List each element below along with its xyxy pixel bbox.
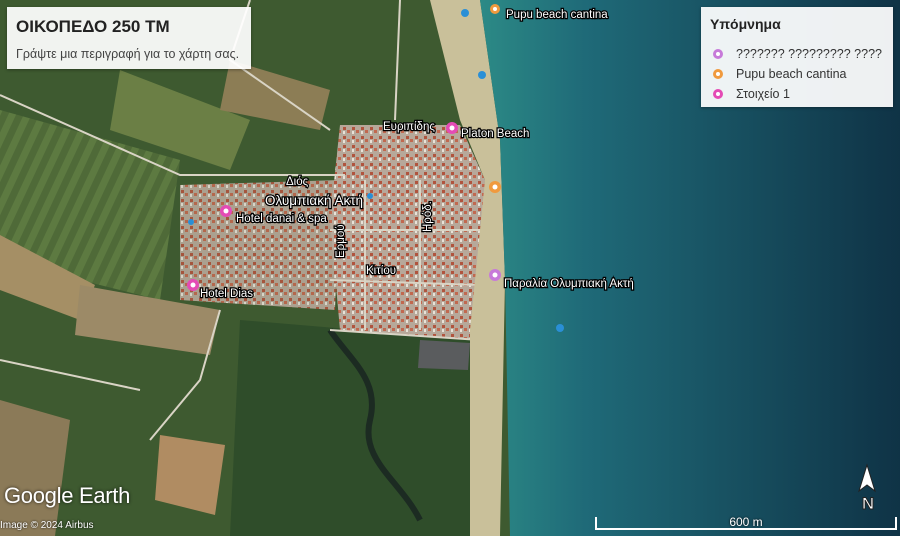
scale-label: 600 m xyxy=(729,515,763,529)
legend-item-label: Στοιχείο 1 xyxy=(736,87,790,101)
label-street-ermou: Ερμού xyxy=(335,224,347,258)
parking-lot xyxy=(418,340,470,370)
pin-platon-beach[interactable] xyxy=(446,122,458,134)
label-town[interactable]: Ολυμπιακή Ακτή xyxy=(264,192,365,210)
town-blocks xyxy=(330,125,485,340)
pin-purple-icon xyxy=(713,49,723,59)
legend-item-label: Pupu beach cantina xyxy=(736,67,847,81)
pin-orange-icon xyxy=(713,69,723,79)
legend-item[interactable]: ??????? ????????? ???? xyxy=(710,45,882,63)
pin-hotel-dias[interactable] xyxy=(187,279,199,291)
map-title-panel[interactable]: ΟΙΚΟΠΕΔΟ 250 ΤΜ Γράψτε μια περιγραφή για… xyxy=(7,7,251,69)
pin-pupu-top[interactable] xyxy=(490,4,500,14)
label-pupu-top[interactable]: Pupu beach cantina xyxy=(505,8,610,23)
label-street-irodotou: Ηρόδ. xyxy=(422,201,434,232)
legend-item[interactable]: Στοιχείο 1 xyxy=(710,85,790,103)
pin-hotel-danai[interactable] xyxy=(220,205,232,217)
label-platon-beach[interactable]: Platon Beach xyxy=(460,127,531,142)
label-hotel-danai[interactable]: Hotel danai & spa xyxy=(235,212,329,227)
imagery-credit: Image © 2024 Airbus xyxy=(0,520,94,531)
compass-label: N xyxy=(862,494,874,513)
scale-bar: 600 m xyxy=(595,515,897,531)
label-street-evripidis: Ευριπίδης xyxy=(383,121,435,133)
pin-blue[interactable] xyxy=(478,71,486,79)
legend-item-label: ??????? ????????? ???? xyxy=(736,47,882,61)
map-title[interactable]: ΟΙΚΟΠΕΔΟ 250 ΤΜ xyxy=(16,17,170,37)
pin-blue[interactable] xyxy=(367,193,373,199)
legend-panel: Υπόμνημα ??????? ????????? ???? Pupu bea… xyxy=(701,7,893,107)
compass-icon[interactable]: N xyxy=(855,463,885,513)
pin-blue[interactable] xyxy=(188,219,194,225)
pin-blue[interactable] xyxy=(461,9,469,17)
pin-pink-icon xyxy=(713,89,723,99)
pin-paralia[interactable] xyxy=(489,269,501,281)
google-earth-logo: Google Earth xyxy=(4,483,131,508)
legend-heading: Υπόμνημα xyxy=(710,16,781,32)
map-description[interactable]: Γράψτε μια περιγραφή για το χάρτη σας. xyxy=(16,47,239,61)
pin-pupu-cantina[interactable] xyxy=(489,181,501,193)
label-paralia[interactable]: Παραλία Ολυμπιακή Ακτή xyxy=(503,277,635,292)
label-street-kitiou: Κιτίου xyxy=(366,265,396,277)
label-hotel-dias[interactable]: Hotel Dias xyxy=(199,287,255,302)
legend-item[interactable]: Pupu beach cantina xyxy=(710,65,847,83)
label-street-dios: Διός xyxy=(286,176,309,188)
pin-blue[interactable] xyxy=(556,324,564,332)
